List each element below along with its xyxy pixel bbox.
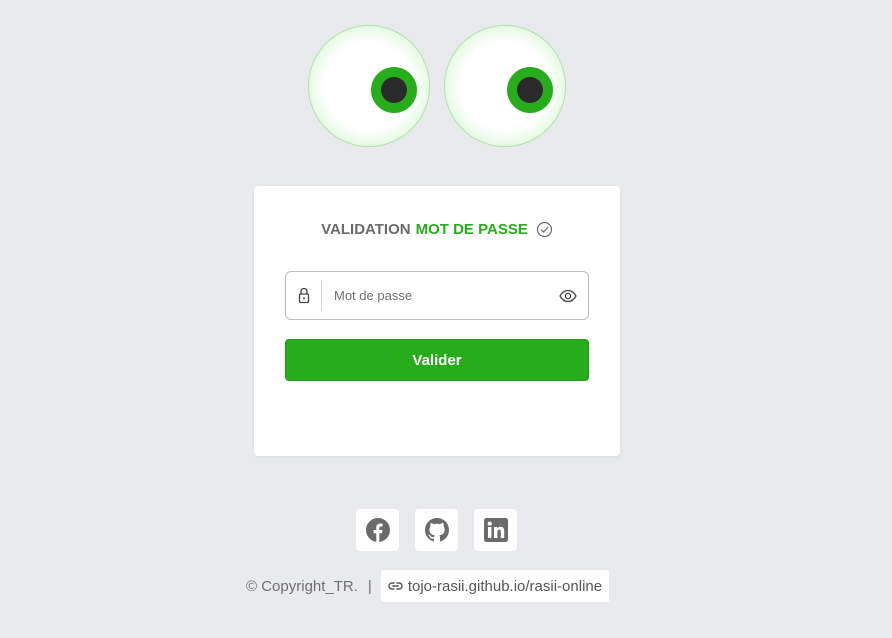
lock-icon-wrap — [286, 280, 322, 311]
linkedin-button[interactable] — [474, 509, 517, 551]
social-links — [356, 509, 517, 551]
lock-icon — [298, 287, 309, 304]
show-password-toggle[interactable] — [548, 272, 588, 319]
github-button[interactable] — [415, 509, 458, 551]
title-validation: VALIDATION — [321, 221, 411, 238]
left-pupil — [381, 77, 407, 103]
footer: © Copyright_TR. | tojo-rasii.github.io/r… — [246, 570, 610, 602]
left-eye-graphic — [309, 26, 429, 146]
password-field-group — [285, 271, 589, 320]
facebook-button[interactable] — [356, 509, 399, 551]
right-eye-graphic — [445, 26, 565, 146]
right-pupil — [517, 77, 543, 103]
login-card: VALIDATION MOT DE PASSE Valider — [254, 186, 620, 456]
right-iris — [507, 67, 553, 113]
linkedin-icon — [483, 518, 508, 542]
github-icon — [424, 518, 449, 542]
facebook-icon — [365, 518, 390, 542]
validate-button[interactable]: Valider — [285, 339, 589, 381]
title-password: MOT DE PASSE — [415, 221, 528, 238]
check-circle-icon — [536, 221, 552, 238]
footer-separator: | — [367, 577, 372, 595]
link-icon — [388, 582, 403, 590]
form-title: VALIDATION MOT DE PASSE — [254, 221, 620, 238]
left-iris — [371, 67, 417, 113]
copyright-text: © Copyright_TR. — [246, 577, 358, 595]
password-input[interactable] — [322, 272, 548, 319]
website-link[interactable]: tojo-rasii.github.io/rasii-online — [380, 570, 610, 602]
website-link-text: tojo-rasii.github.io/rasii-online — [407, 577, 603, 595]
page: VALIDATION MOT DE PASSE Valider © Copyri… — [0, 0, 892, 638]
eye-icon — [559, 289, 577, 302]
